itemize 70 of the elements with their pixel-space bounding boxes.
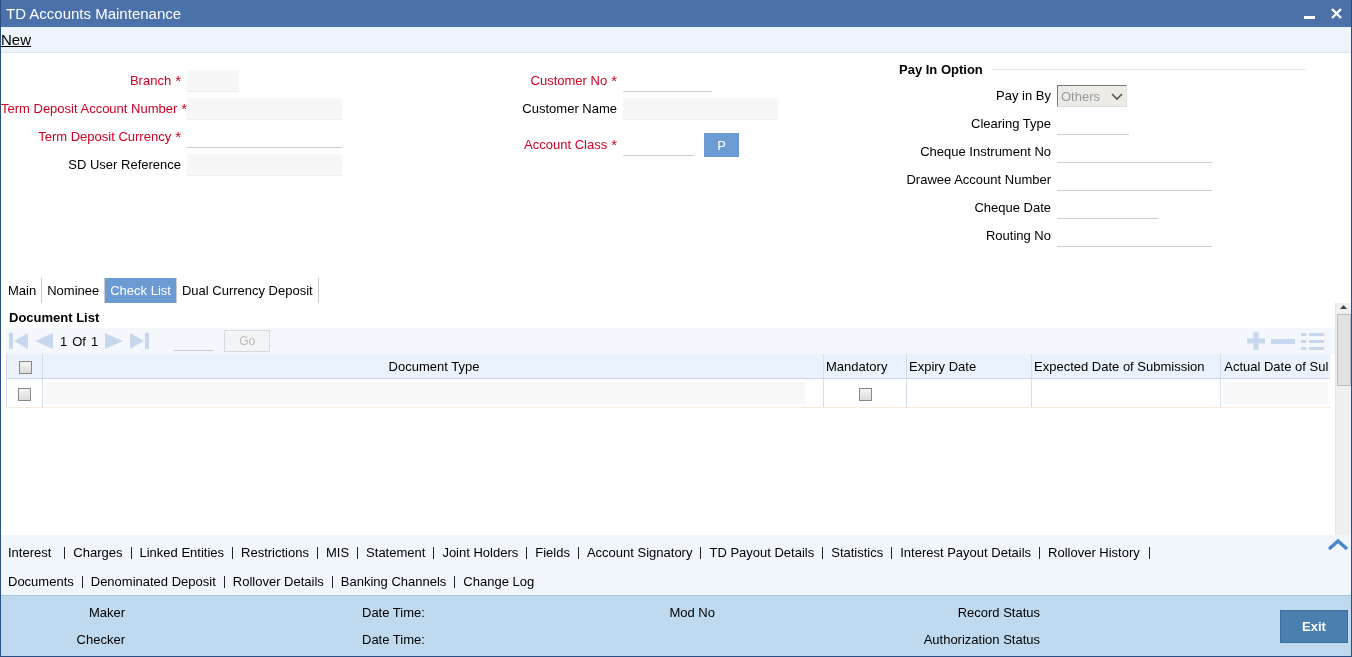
required-mark: * bbox=[611, 72, 617, 89]
previous-page-icon[interactable] bbox=[33, 330, 54, 352]
section-link[interactable]: MIS bbox=[317, 546, 358, 559]
column-header: Expected Date of Submission bbox=[1031, 354, 1221, 379]
field-label: Drawee Account Number bbox=[906, 172, 1051, 187]
section-link[interactable]: Rollover History bbox=[1039, 546, 1148, 559]
field-label: Term Deposit Account Number bbox=[1, 101, 178, 116]
field-label: Clearing Type bbox=[971, 116, 1051, 131]
scrollbar[interactable] bbox=[1335, 303, 1351, 535]
select-all-checkbox[interactable] bbox=[19, 360, 32, 374]
close-icon[interactable] bbox=[1330, 7, 1343, 20]
add-icon[interactable] bbox=[1246, 330, 1266, 352]
column-header: Actual Date of Sul bbox=[1220, 354, 1330, 379]
footer-label: Date Time: bbox=[362, 605, 425, 620]
field-label: Term Deposit Currency bbox=[38, 129, 172, 144]
column-header: Expiry Date bbox=[906, 354, 1032, 379]
section-link[interactable]: Charges bbox=[64, 546, 131, 559]
footer-label: Maker bbox=[88, 605, 125, 620]
last-page-icon[interactable] bbox=[129, 330, 151, 352]
section-title: Pay In Option bbox=[899, 62, 983, 77]
section-link[interactable]: Fields bbox=[526, 546, 578, 559]
page-number: 1 bbox=[60, 333, 68, 349]
section-link[interactable]: Banking Channels bbox=[331, 575, 455, 588]
section-link[interactable]: Statement bbox=[357, 546, 434, 559]
section-link[interactable]: Denominated Deposit bbox=[81, 575, 224, 588]
footer-label: Mod No bbox=[669, 605, 715, 620]
page-of-label: Of bbox=[72, 333, 86, 349]
new-link[interactable]: New bbox=[1, 31, 31, 48]
field-label: Pay in By bbox=[996, 88, 1051, 103]
section-link[interactable]: TD Payout Details bbox=[700, 546, 823, 559]
section-link[interactable]: Interest bbox=[1, 546, 65, 559]
field-label: Account Class bbox=[524, 137, 608, 152]
scroll-up-icon[interactable] bbox=[1339, 303, 1348, 311]
field-label: Cheque Date bbox=[974, 200, 1051, 215]
first-page-icon[interactable] bbox=[8, 330, 29, 352]
mandatory-checkbox[interactable] bbox=[858, 387, 872, 401]
exit-button[interactable]: Exit bbox=[1280, 609, 1348, 643]
section-link[interactable]: Restrictions bbox=[232, 546, 317, 559]
row-checkbox[interactable] bbox=[18, 387, 31, 401]
field-label: Routing No bbox=[985, 228, 1051, 243]
required-mark: * bbox=[175, 72, 181, 89]
column-header: Document Type bbox=[42, 354, 824, 379]
field-label: SD User Reference bbox=[68, 157, 181, 172]
footer-label: Authorization Status bbox=[923, 632, 1040, 647]
section-link[interactable]: Statistics bbox=[822, 546, 892, 559]
footer-label: Checker bbox=[76, 632, 125, 647]
field-label: Customer No bbox=[530, 73, 608, 88]
collapse-up-icon[interactable] bbox=[1327, 538, 1349, 552]
section-link[interactable]: Rollover Details bbox=[223, 575, 332, 588]
footer-label: Record Status bbox=[957, 605, 1040, 620]
scrollbar-thumb[interactable] bbox=[1336, 314, 1351, 386]
field-label: Customer Name bbox=[522, 101, 617, 116]
field-label: Branch bbox=[129, 73, 172, 88]
column-header: Mandatory bbox=[823, 354, 907, 379]
chevron-down-icon bbox=[1111, 91, 1123, 101]
required-mark: * bbox=[181, 100, 188, 117]
section-link[interactable]: Change Log bbox=[454, 575, 543, 588]
section-link[interactable]: Documents bbox=[1, 575, 82, 588]
section-link[interactable]: Interest Payout Details bbox=[891, 546, 1040, 559]
window-title: TD Accounts Maintenance bbox=[6, 5, 183, 22]
field-label: Cheque Instrument No bbox=[920, 144, 1051, 159]
section-link[interactable]: Account Signatory bbox=[577, 546, 701, 559]
section-link[interactable]: Linked Entities bbox=[130, 546, 233, 559]
section-link[interactable]: Joint Holders bbox=[433, 546, 527, 559]
list-view-icon[interactable] bbox=[1300, 330, 1325, 352]
section-title: Document List bbox=[8, 310, 101, 327]
required-mark: * bbox=[611, 136, 617, 153]
page-total: 1 bbox=[90, 333, 99, 349]
required-mark: * bbox=[175, 128, 181, 145]
footer-label: Date Time: bbox=[362, 632, 425, 647]
